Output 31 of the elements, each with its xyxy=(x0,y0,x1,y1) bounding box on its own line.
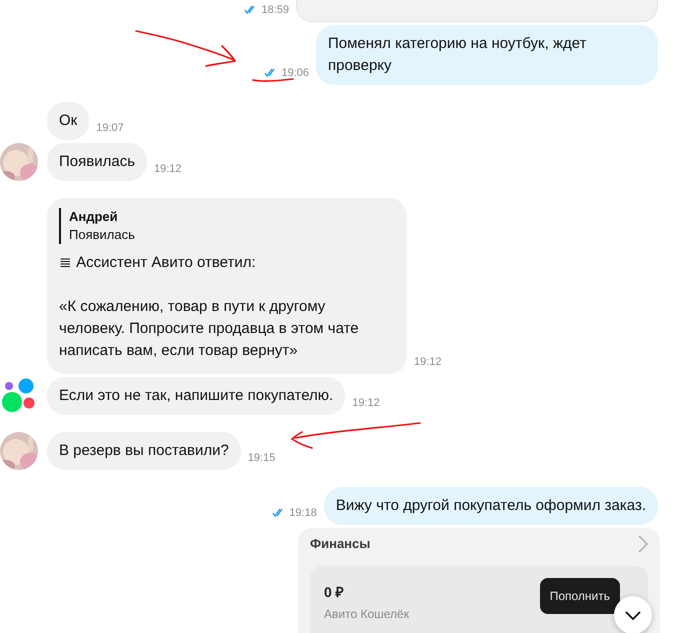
message-bubble: В резерв вы поставили? xyxy=(47,432,241,470)
message-paragraph: ≣ Ассистент Авито ответил: xyxy=(59,253,257,273)
message-time: 19:06 xyxy=(281,66,309,80)
double-check-icon xyxy=(244,5,258,14)
attached-screenshot[interactable]: Финансы 0 ₽ Авито Кошелёк Пополнить xyxy=(298,528,660,633)
top-up-button[interactable]: Пополнить xyxy=(540,578,620,614)
message-bubble: Поменял категорию на ноутбук, ждет проверку xyxy=(316,25,658,85)
chevron-right-icon xyxy=(638,534,648,553)
hand-drawn-underline xyxy=(252,78,294,82)
message-bubble: Если это не так, напишите покупателю. xyxy=(47,377,346,415)
message-time: 19:12 xyxy=(352,396,380,410)
message-bubble: Вижу что другой покупатель оформил заказ. xyxy=(324,487,658,525)
colored-dots-logo-icon xyxy=(1,378,37,414)
double-check-icon xyxy=(272,508,286,518)
section-title: Финансы xyxy=(310,535,370,553)
message-time: 19:12 xyxy=(414,354,442,370)
quote-author: Андрей xyxy=(69,208,119,226)
message-bubble: Ок xyxy=(47,102,90,140)
message-time: 19:15 xyxy=(248,450,276,466)
message-paragraph: «К сожалению, товар в пути к другому человеку. Попросите продавца в этом чате написать вам, если товар вернут» xyxy=(59,297,360,361)
quoted-message[interactable]: Андрей Появилась xyxy=(59,208,395,244)
message-time: 19:07 xyxy=(96,120,124,136)
message-time: 19:12 xyxy=(154,162,182,176)
quote-text: Появилась xyxy=(69,226,136,244)
chevron-down-icon xyxy=(625,610,641,620)
message-bubble: Появилась xyxy=(47,143,148,181)
double-check-icon xyxy=(264,68,278,78)
wallet-label: Авито Кошелёк xyxy=(324,606,409,622)
balance-amount: 0 ₽ xyxy=(324,582,345,602)
message-time: 19:18 xyxy=(289,506,317,520)
message-time: 18:59 xyxy=(261,2,289,18)
